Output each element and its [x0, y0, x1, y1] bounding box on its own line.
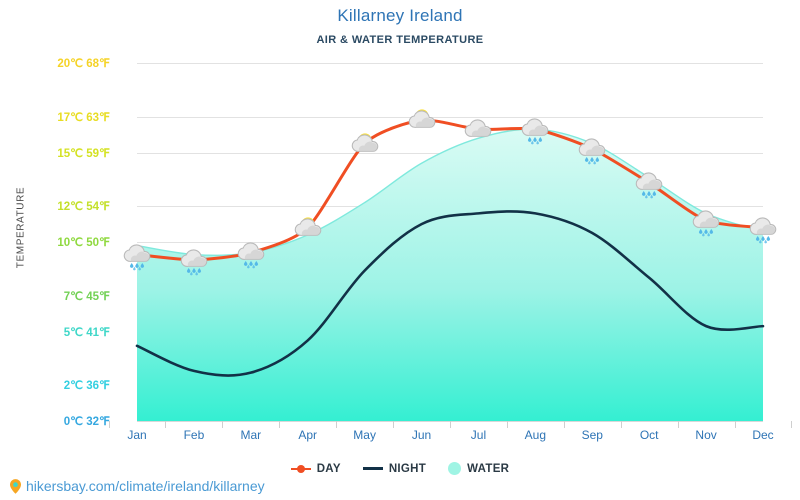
- series-area-water: [137, 129, 763, 421]
- location-pin-icon: [10, 478, 21, 494]
- x-axis-tick: [336, 421, 338, 428]
- x-axis-tick-label-jun: Jun: [411, 428, 432, 442]
- x-axis-tick: [108, 421, 110, 428]
- legend-swatch-water-icon: [448, 462, 462, 475]
- legend-item-day[interactable]: DAY: [290, 462, 341, 475]
- series-layer: [135, 118, 765, 421]
- plot-area: TEMPERATURE 20℃ 68℉ 17℃ 63℉ 15℃ 59℉ 12℃ 54℉…: [0, 0, 800, 500]
- x-axis-tick: [393, 421, 395, 428]
- x-axis-tick-label-aug: Aug: [524, 428, 547, 442]
- x-axis-tick-label-may: May: [353, 428, 376, 442]
- x-axis-tick: [620, 421, 622, 428]
- source-footer[interactable]: hikersbay.com/climate/ireland/killarney: [10, 478, 265, 494]
- x-axis-tick: [506, 421, 508, 428]
- x-axis-tick-label-feb: Feb: [183, 428, 205, 442]
- x-axis-tick-label-jan: Jan: [127, 428, 147, 442]
- x-axis-tick-label-nov: Nov: [695, 428, 717, 442]
- x-axis-tick-label-mar: Mar: [240, 428, 262, 442]
- x-axis-tick-label-oct: Oct: [639, 428, 659, 442]
- legend-label: DAY: [316, 462, 341, 475]
- x-axis-tick: [791, 421, 793, 428]
- x-axis-tick: [165, 421, 167, 428]
- x-axis-tick-label-jul: Jul: [470, 428, 487, 442]
- chart-legend: DAY NIGHT WATER: [0, 462, 800, 475]
- x-axis-tick: [677, 421, 679, 428]
- legend-swatch-night-icon: [362, 467, 383, 470]
- x-axis-tick-label-dec: Dec: [752, 428, 774, 442]
- legend-item-water[interactable]: WATER: [448, 462, 509, 475]
- legend-item-night[interactable]: NIGHT: [362, 462, 427, 475]
- source-url: hikersbay.com/climate/ireland/killarney: [26, 478, 265, 494]
- x-axis-tick: [563, 421, 565, 428]
- x-axis-tick-label-sep: Sep: [581, 428, 603, 442]
- x-axis-tick: [734, 421, 736, 428]
- x-axis-tick-label-apr: Apr: [298, 428, 318, 442]
- legend-swatch-day-icon: [290, 464, 311, 474]
- x-axis-tick: [222, 421, 224, 428]
- legend-label: WATER: [467, 462, 510, 475]
- x-axis-tick: [450, 421, 451, 428]
- x-axis-tick: [279, 421, 281, 428]
- climate-chart: Killarney Ireland AIR & WATER TEMPERATUR…: [0, 0, 800, 500]
- legend-label: NIGHT: [388, 462, 427, 475]
